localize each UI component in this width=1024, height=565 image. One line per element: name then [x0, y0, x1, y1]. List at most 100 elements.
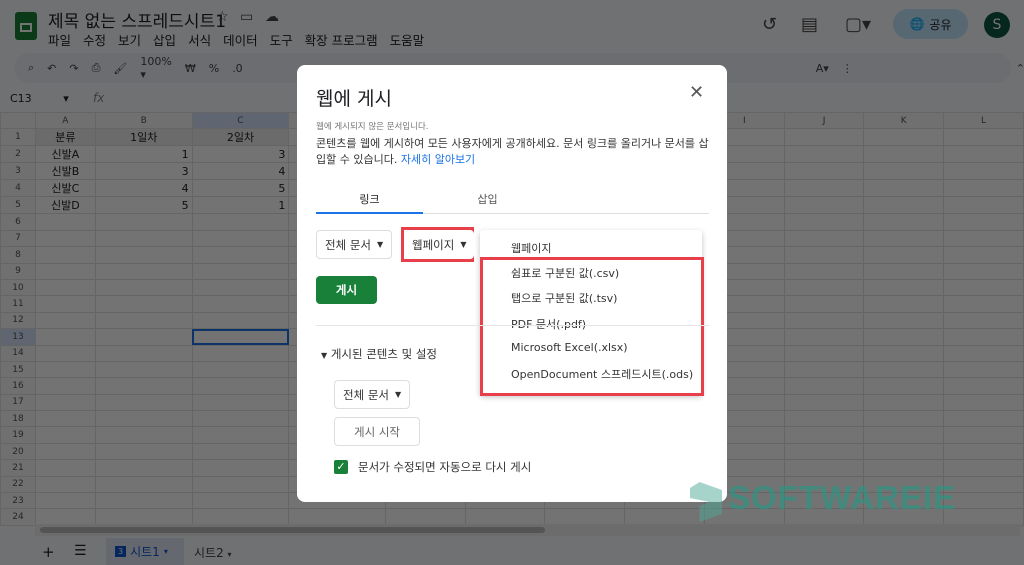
row-header[interactable]: 12 [0, 311, 36, 330]
history-icon[interactable]: ↺ [762, 14, 777, 35]
cell[interactable] [94, 475, 193, 494]
cell[interactable] [863, 262, 945, 280]
cell[interactable] [34, 377, 96, 395]
cell[interactable] [943, 410, 1024, 428]
cell[interactable] [863, 295, 945, 313]
cell[interactable] [34, 229, 96, 248]
cell[interactable] [94, 311, 193, 330]
learn-more-link[interactable]: 자세히 알아보기 [401, 153, 475, 166]
cell[interactable] [94, 262, 193, 280]
row-header[interactable]: 16 [0, 377, 36, 395]
cell[interactable]: 5 [94, 196, 193, 215]
cell[interactable] [943, 246, 1024, 264]
cell[interactable] [783, 229, 865, 248]
collapse-toolbar-icon[interactable]: ⌃ [1016, 62, 1024, 75]
cell[interactable] [863, 196, 945, 215]
horizontal-scrollbar[interactable] [35, 524, 1020, 536]
cell[interactable] [191, 262, 290, 280]
cell[interactable] [34, 393, 96, 412]
document-title[interactable]: 제목 없는 스프레드시트1 [48, 7, 226, 32]
cell[interactable] [34, 442, 96, 461]
cell[interactable] [624, 508, 705, 526]
cell[interactable] [191, 246, 290, 264]
cell[interactable] [943, 162, 1024, 181]
cell[interactable] [34, 360, 96, 379]
tab-embed[interactable]: 삽입 [434, 191, 541, 207]
start-publishing-button[interactable]: 게시 시작 [334, 417, 420, 446]
cell[interactable] [191, 426, 290, 444]
row-header[interactable]: 8 [0, 246, 36, 264]
avatar[interactable]: S [984, 12, 1010, 38]
name-box[interactable]: C13 ▾ [10, 92, 69, 105]
cell[interactable]: 1 [94, 145, 193, 164]
menu-format[interactable]: 서식 [188, 30, 211, 49]
column-header[interactable]: A [34, 111, 96, 130]
cell[interactable] [34, 492, 96, 510]
cell[interactable] [94, 229, 193, 248]
cell[interactable]: 3 [94, 162, 193, 181]
cell[interactable] [191, 360, 290, 379]
cell[interactable] [943, 295, 1024, 313]
row-header[interactable]: 24 [0, 508, 36, 526]
cell[interactable] [34, 475, 96, 494]
cell[interactable] [94, 213, 193, 231]
cell[interactable] [288, 508, 386, 526]
cell[interactable]: 신발A [34, 145, 96, 164]
cell[interactable]: 2일차 [191, 128, 290, 147]
menu-edit[interactable]: 수정 [83, 30, 106, 49]
cell[interactable] [943, 328, 1024, 346]
publish-button[interactable]: 게시 [316, 276, 377, 304]
cell[interactable] [943, 262, 1024, 280]
text-color-icon[interactable]: A▾ [816, 62, 829, 75]
cell[interactable] [943, 442, 1024, 461]
row-header[interactable]: 10 [0, 278, 36, 297]
cell[interactable] [783, 213, 865, 231]
menu-data[interactable]: 데이터 [223, 30, 258, 49]
comment-icon[interactable]: ▤ [801, 14, 818, 35]
cell[interactable] [191, 328, 290, 346]
cell[interactable]: 5 [191, 179, 290, 198]
cell[interactable]: 4 [191, 162, 290, 181]
cell[interactable] [783, 344, 865, 362]
cell[interactable] [863, 278, 945, 297]
cell[interactable] [863, 344, 945, 362]
cell[interactable] [385, 508, 466, 526]
cell[interactable] [94, 246, 193, 264]
row-header[interactable]: 1 [0, 128, 36, 147]
menu-tools[interactable]: 도구 [270, 30, 293, 49]
cell[interactable] [783, 162, 865, 181]
cell[interactable] [943, 459, 1024, 477]
row-header[interactable]: 7 [0, 229, 36, 248]
cell[interactable] [94, 295, 193, 313]
tab-link[interactable]: 링크 [316, 191, 423, 207]
cell[interactable] [34, 295, 96, 313]
format-dropdown[interactable]: 웹페이지 ▼ [404, 230, 475, 259]
cell[interactable] [943, 196, 1024, 215]
close-icon[interactable]: ✕ [689, 82, 704, 103]
cell[interactable] [943, 145, 1024, 164]
row-header[interactable]: 22 [0, 475, 36, 494]
cell[interactable] [783, 377, 865, 395]
cell[interactable] [783, 262, 865, 280]
row-header[interactable]: 21 [0, 459, 36, 477]
cell[interactable] [783, 426, 865, 444]
auto-republish-checkbox[interactable]: ✓ [334, 460, 348, 474]
cloud-status-icon[interactable]: ☁ [265, 9, 279, 25]
sheet-tab-2[interactable]: 시트2 ▾ [194, 544, 232, 561]
cell[interactable] [94, 442, 193, 461]
cell[interactable] [863, 213, 945, 231]
select-all-corner[interactable] [0, 111, 36, 130]
cell[interactable] [94, 459, 193, 477]
cell[interactable] [863, 377, 945, 395]
cell[interactable] [34, 278, 96, 297]
cell[interactable] [34, 311, 96, 330]
cell[interactable] [943, 128, 1024, 147]
more-icon[interactable]: ⋮ [842, 62, 853, 75]
row-header[interactable]: 19 [0, 426, 36, 444]
cell[interactable] [34, 508, 96, 526]
cell[interactable] [34, 213, 96, 231]
cell[interactable] [783, 128, 865, 147]
video-call-icon[interactable]: ▢▾ [845, 14, 871, 35]
paint-format-icon[interactable]: 🖌 [113, 62, 127, 75]
row-header[interactable]: 20 [0, 442, 36, 461]
